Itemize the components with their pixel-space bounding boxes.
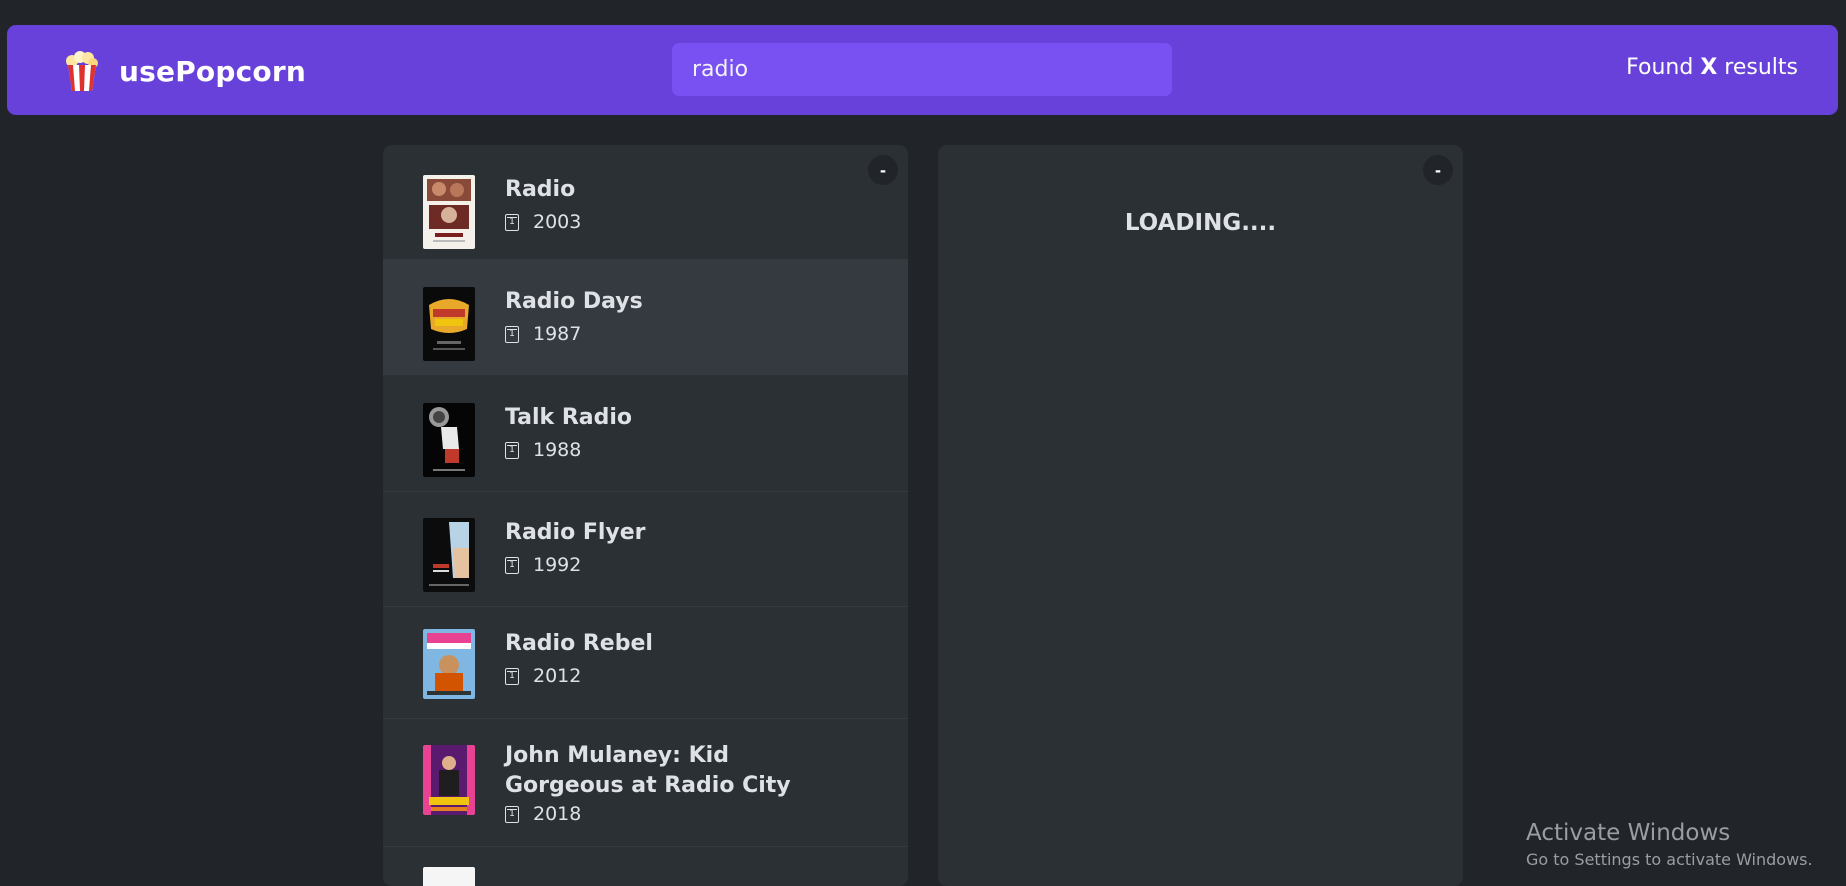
- movie-title: Radio Flyer: [505, 520, 646, 545]
- movie-item[interactable]: [383, 847, 908, 886]
- calendar-icon: 1: [505, 556, 519, 574]
- movie-year-value: 1987: [533, 323, 582, 345]
- movie-title: Radio Days: [505, 289, 643, 314]
- movie-title: Radio Rebel: [505, 631, 653, 656]
- movie-details-box: - LOADING....: [938, 145, 1463, 886]
- movie-info: Radio 1 2003: [505, 175, 581, 233]
- movie-year-value: 2018: [533, 803, 582, 825]
- movie-list-box: - Radio 1 2003 Radio Days 1 1987 Talk Ra…: [383, 145, 908, 886]
- movie-poster: [423, 175, 475, 249]
- movie-year: 1 1988: [505, 439, 632, 461]
- movie-item[interactable]: Radio 1 2003: [383, 145, 908, 260]
- watermark-subtitle: Go to Settings to activate Windows.: [1526, 850, 1813, 869]
- movie-poster: [423, 518, 475, 592]
- movie-year: 1 2012: [505, 665, 653, 687]
- calendar-icon: 1: [505, 213, 519, 231]
- movie-item[interactable]: Radio Days 1 1987: [383, 260, 908, 375]
- movie-item[interactable]: John Mulaney: Kid Gorgeous at Radio City…: [383, 719, 908, 847]
- results-count: Found X results: [1626, 55, 1798, 80]
- calendar-icon: 1: [505, 805, 519, 823]
- watermark-title: Activate Windows: [1526, 820, 1731, 846]
- results-number: X: [1700, 55, 1718, 80]
- movie-info: Radio Days 1 1987: [505, 287, 643, 345]
- search-input[interactable]: [672, 43, 1172, 96]
- popcorn-icon: [66, 51, 98, 91]
- movie-title: Talk Radio: [505, 405, 633, 430]
- movie-year-value: 1988: [533, 439, 582, 461]
- results-prefix: Found: [1626, 55, 1701, 80]
- movie-year: 1 2003: [505, 211, 581, 233]
- movie-year: 1 1987: [505, 323, 643, 345]
- movie-item[interactable]: Radio Flyer 1 1992: [383, 492, 908, 607]
- movie-year-value: 2003: [533, 211, 582, 233]
- movie-info: John Mulaney: Kid Gorgeous at Radio City…: [505, 741, 845, 825]
- navbar: usePopcorn Found X results: [7, 25, 1838, 115]
- loading-indicator: LOADING....: [1124, 210, 1277, 236]
- calendar-icon: 1: [505, 667, 519, 685]
- movie-info: Radio Rebel 1 2012: [505, 629, 653, 687]
- movie-year: 1 2018: [505, 803, 845, 825]
- movie-poster: [423, 867, 475, 886]
- movie-item[interactable]: Talk Radio 1 1988: [383, 375, 908, 492]
- activate-windows-watermark: Activate Windows Go to Settings to activ…: [1526, 818, 1813, 872]
- movie-poster: [423, 403, 475, 477]
- movie-year-value: 2012: [533, 665, 582, 687]
- details-toggle-button[interactable]: -: [1423, 155, 1453, 185]
- movie-year: 1 1992: [505, 554, 646, 576]
- movie-poster: [423, 629, 475, 699]
- movie-poster: [423, 287, 475, 361]
- movie-item[interactable]: Radio Rebel 1 2012: [383, 607, 908, 719]
- list-toggle-button[interactable]: -: [868, 155, 898, 185]
- logo: usePopcorn: [63, 51, 306, 91]
- movie-info: Radio Flyer 1 1992: [505, 518, 646, 576]
- app-title: usePopcorn: [119, 54, 306, 88]
- movie-info: Talk Radio 1 1988: [505, 403, 632, 461]
- results-suffix: results: [1717, 55, 1798, 80]
- movie-title: Radio: [505, 177, 576, 202]
- calendar-icon: 1: [505, 441, 519, 459]
- movie-title: John Mulaney: Kid Gorgeous at Radio City: [505, 743, 791, 798]
- movie-poster: [423, 745, 475, 815]
- movie-year-value: 1992: [533, 554, 582, 576]
- calendar-icon: 1: [505, 325, 519, 343]
